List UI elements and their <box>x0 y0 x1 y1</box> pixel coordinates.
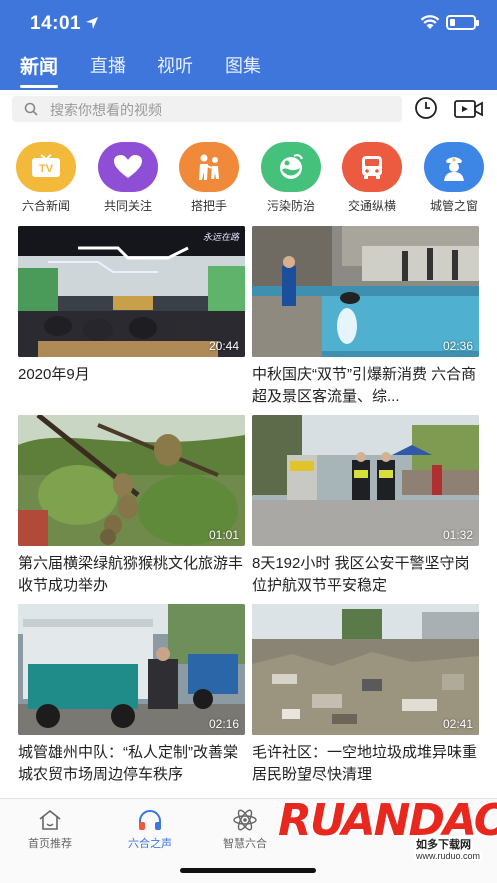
video-thumbnail: 02:36 <box>252 226 479 357</box>
helping-hand-icon <box>179 142 239 192</box>
search-input[interactable]: 搜索你想看的视频 <box>12 96 402 122</box>
tv-icon: TV <box>16 142 76 192</box>
channel-urban-management[interactable]: 城管之窗 <box>414 142 494 214</box>
video-duration: 02:41 <box>442 717 473 731</box>
status-time: 14:01 <box>30 13 82 34</box>
video-duration: 01:32 <box>442 528 473 542</box>
tab-audiovisual[interactable]: 视听 <box>157 52 193 78</box>
search-icon <box>24 102 38 116</box>
video-card[interactable]: 01:01 第六届横梁绿航猕猴桃文化旅游丰收节成功举办 <box>18 415 245 597</box>
battery-icon <box>446 15 479 30</box>
video-title: 2020年9月 <box>18 366 90 383</box>
atom-icon <box>233 809 257 831</box>
video-title: 中秋国庆“双节”引爆新消费 六合商超及景区客流量、综... <box>252 366 477 405</box>
channel-label: 污染防治 <box>266 199 315 213</box>
home-indicator <box>180 868 316 873</box>
svg-text:TV: TV <box>39 163 54 175</box>
nav-smart-liuhe[interactable]: 智慧六合 <box>200 809 290 851</box>
wifi-icon <box>420 15 440 29</box>
video-duration: 20:44 <box>208 339 239 353</box>
nav-label: 六合之声 <box>128 838 172 850</box>
watermark-site-name: 如多下载网 <box>414 836 473 852</box>
channel-label: 搭把手 <box>190 199 227 213</box>
video-thumbnail: 02:16 <box>18 604 245 735</box>
watermark-url: www.ruduo.com <box>414 851 483 861</box>
video-duration: 01:01 <box>208 528 239 542</box>
nav-liuhe-voice[interactable]: 六合之声 <box>105 809 195 851</box>
video-card[interactable]: 02:36 中秋国庆“双节”引爆新消费 六合商超及景区客流量、综... <box>252 226 479 408</box>
video-title: 第六届横梁绿航猕猴桃文化旅游丰收节成功举办 <box>18 555 244 594</box>
status-bar: 14:01 <box>0 0 497 44</box>
video-duration: 02:36 <box>442 339 473 353</box>
video-duration: 02:16 <box>208 717 239 731</box>
video-title: 8天192小时 我区公安干警坚守岗位护航双节平安稳定 <box>252 555 470 594</box>
video-thumbnail: 02:41 <box>252 604 479 735</box>
video-title: 城管雄州中队：“私人定制”改善棠城农贸市场周边停车秩序 <box>18 744 238 783</box>
home-icon <box>39 809 61 830</box>
top-tabs: 新闻 直播 视听 图集 <box>0 52 497 90</box>
channel-traffic[interactable]: 交通纵横 <box>332 142 412 214</box>
video-card[interactable]: 02:16 城管雄州中队：“私人定制”改善棠城农贸市场周边停车秩序 <box>18 604 245 786</box>
channel-label: 城管之窗 <box>429 199 478 213</box>
officer-icon <box>424 142 484 192</box>
eco-globe-icon <box>261 142 321 192</box>
video-thumbnail: 01:32 <box>252 415 479 546</box>
nav-label: 首页推荐 <box>28 838 72 850</box>
video-camera-icon[interactable] <box>454 98 484 120</box>
channel-helping-hand[interactable]: 搭把手 <box>169 142 249 214</box>
channel-common-concern[interactable]: 共同关注 <box>88 142 168 214</box>
location-arrow-icon <box>86 17 98 29</box>
watermark-logo: RUANDAO 如多下载网 www.ruduo.com <box>278 796 497 868</box>
history-clock-icon[interactable] <box>414 96 438 120</box>
video-title: 毛许社区：一空地垃圾成堆异味重 居民盼望尽快清理 <box>252 744 478 783</box>
tab-gallery[interactable]: 图集 <box>225 52 261 78</box>
thumbnail-caption: 永远在路 <box>202 232 239 242</box>
tab-news[interactable]: 新闻 <box>20 52 59 88</box>
app-header: 14:01 新闻 直播 视听 图集 <box>0 0 497 90</box>
channel-label: 六合新闻 <box>21 199 70 213</box>
video-thumbnail: 永远在路 20:44 <box>18 226 245 357</box>
channel-liuhe-news[interactable]: TV 六合新闻 <box>6 142 86 214</box>
channel-shortcuts: TV 六合新闻 共同关注 搭把手 污染防治 交通纵横 城管之窗 <box>0 142 497 218</box>
video-thumbnail: 01:01 <box>18 415 245 546</box>
video-card[interactable]: 永远在路 20:44 2020年9月 <box>18 226 245 386</box>
nav-home[interactable]: 首页推荐 <box>5 809 95 851</box>
bus-icon <box>342 142 402 192</box>
search-placeholder: 搜索你想看的视频 <box>50 102 162 118</box>
channel-pollution-control[interactable]: 污染防治 <box>251 142 331 214</box>
nav-label: 智慧六合 <box>223 838 267 850</box>
video-card[interactable]: 02:41 毛许社区：一空地垃圾成堆异味重 居民盼望尽快清理 <box>252 604 479 786</box>
headphones-icon <box>139 810 161 830</box>
channel-label: 共同关注 <box>103 199 152 213</box>
channel-label: 交通纵横 <box>347 199 396 213</box>
video-card[interactable]: 01:32 8天192小时 我区公安干警坚守岗位护航双节平安稳定 <box>252 415 479 597</box>
tab-live[interactable]: 直播 <box>90 52 126 78</box>
heart-icon <box>98 142 158 192</box>
